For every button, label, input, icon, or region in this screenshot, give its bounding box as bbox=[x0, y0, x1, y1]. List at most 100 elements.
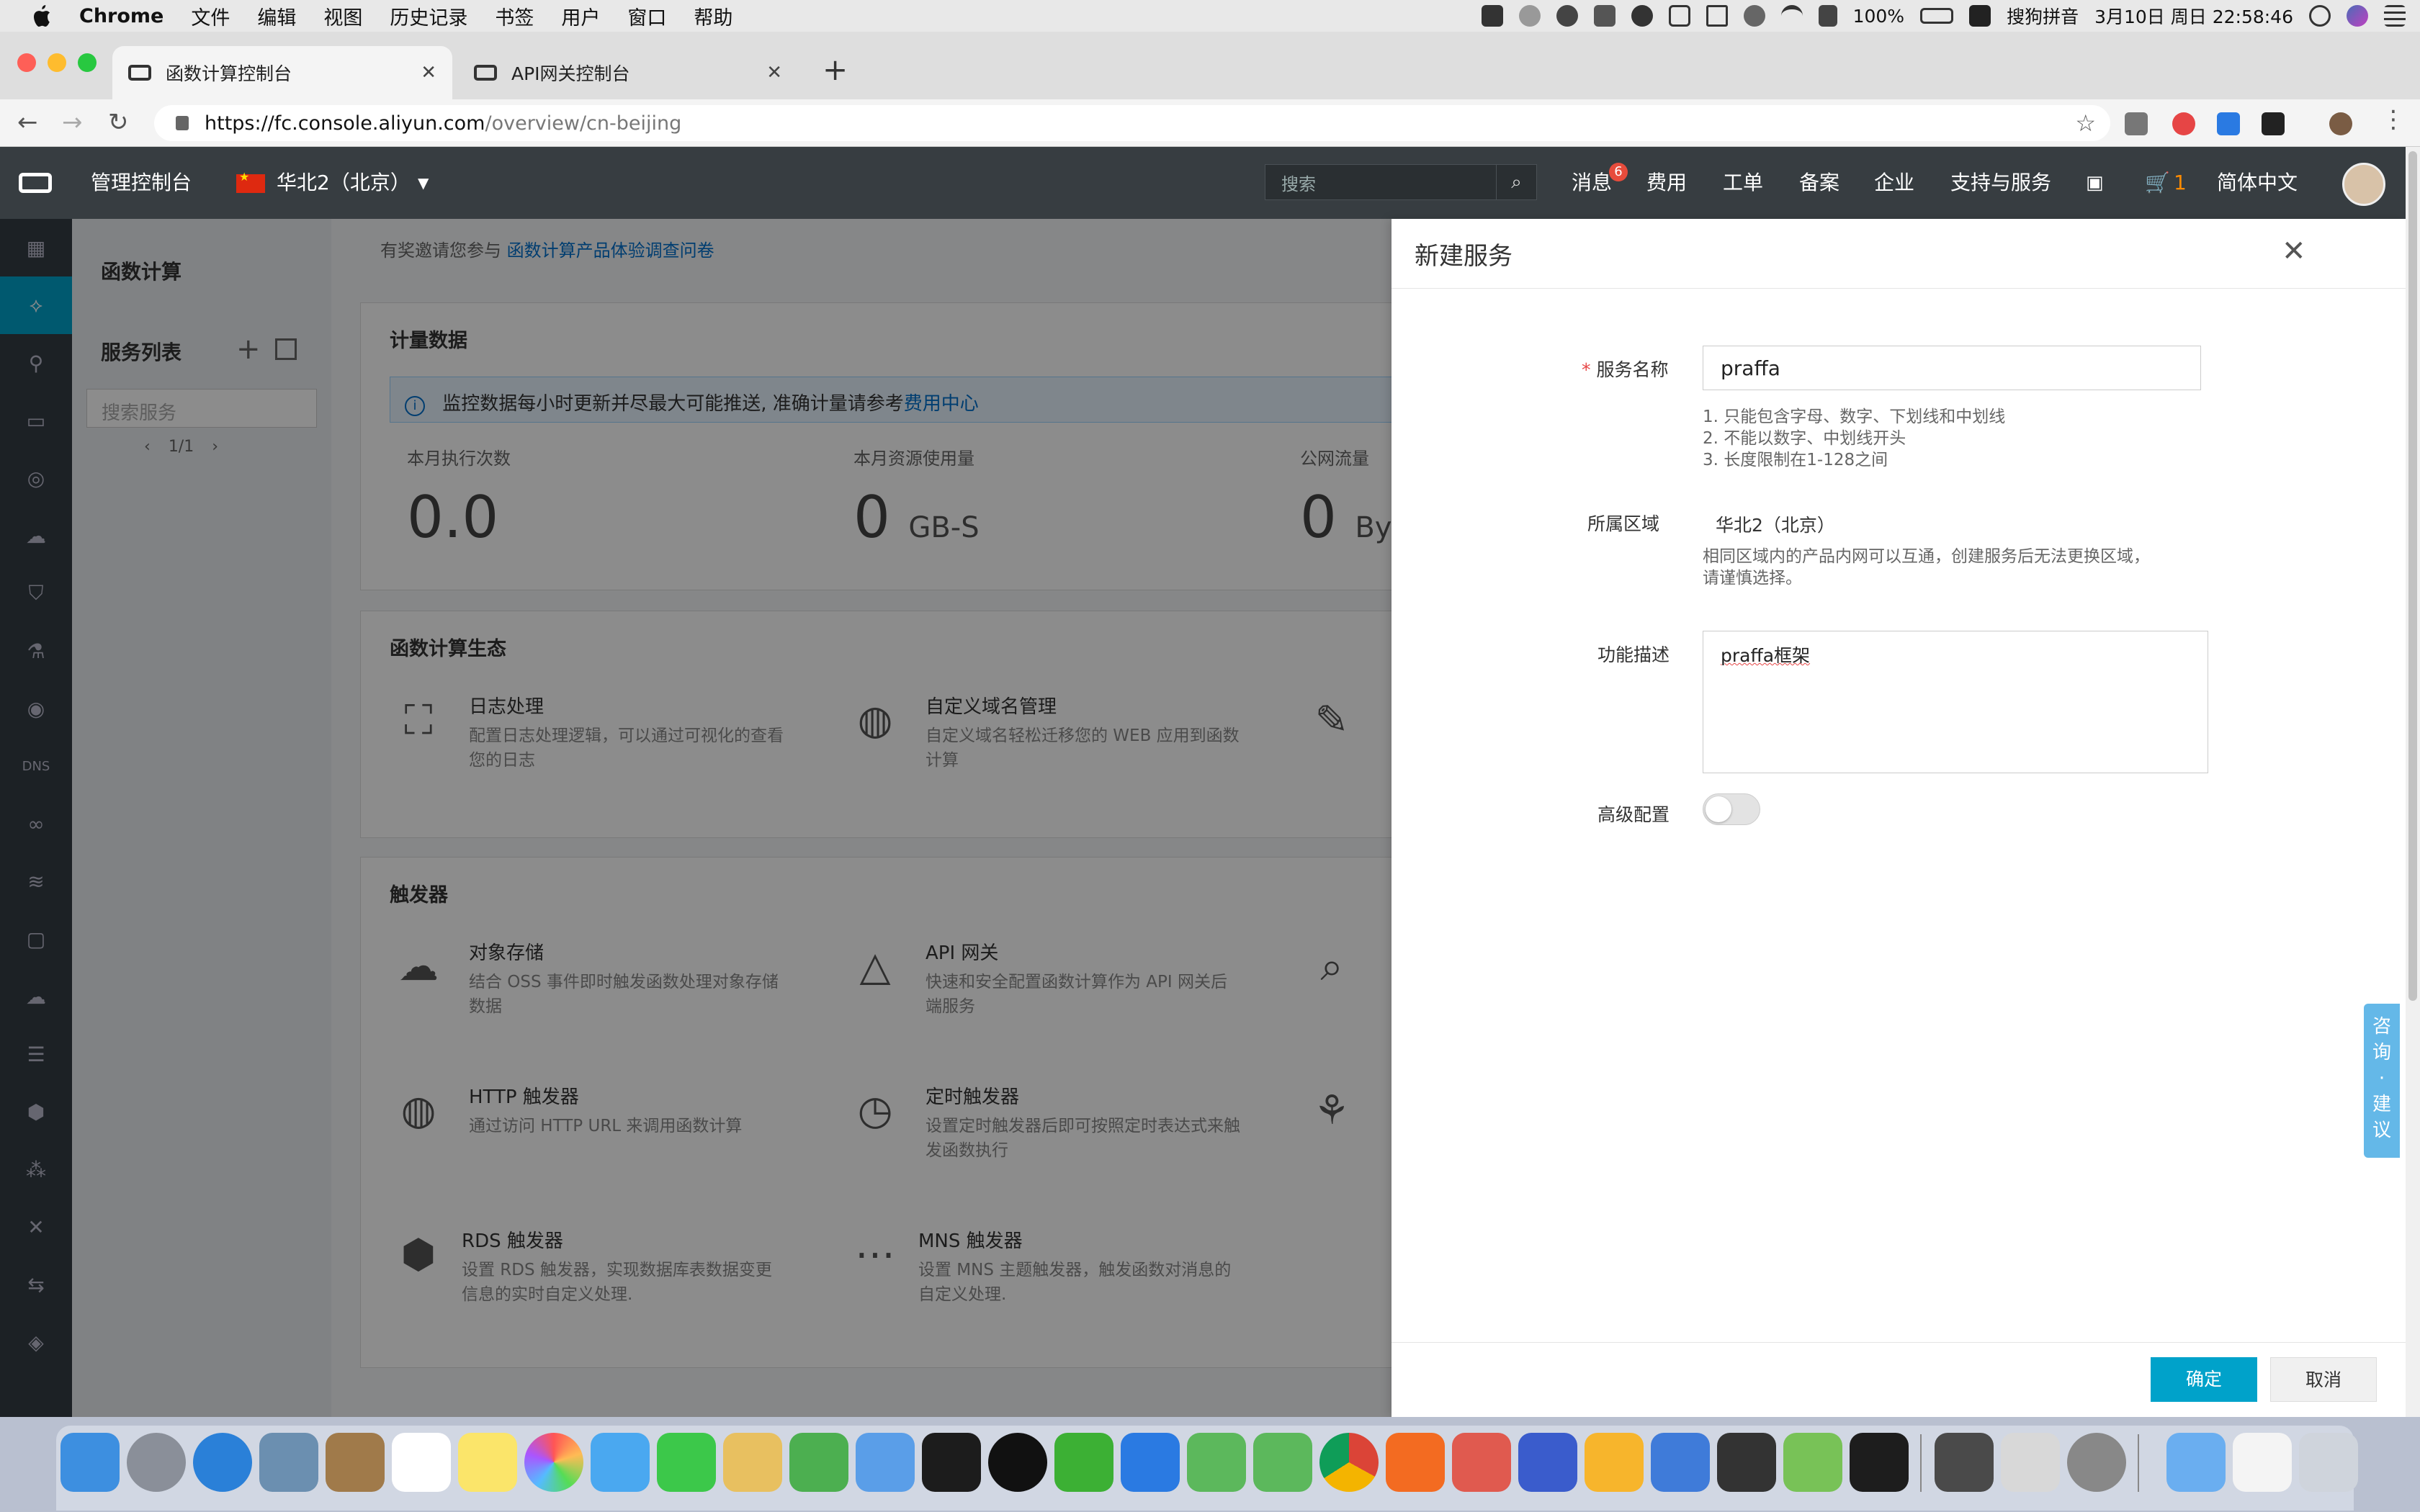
cloud-icon[interactable] bbox=[1556, 5, 1578, 27]
menu-view[interactable]: 视图 bbox=[323, 2, 362, 30]
address-bar[interactable]: https://fc.console.aliyun.com/overview/c… bbox=[154, 105, 2110, 141]
code-editor-icon[interactable] bbox=[1717, 1433, 1776, 1492]
scrollbar-thumb[interactable] bbox=[2408, 151, 2417, 1001]
extension-icon[interactable] bbox=[2262, 112, 2285, 135]
tray-app-icon[interactable] bbox=[1481, 5, 1503, 27]
wifi-icon[interactable] bbox=[1780, 5, 1803, 27]
support-link[interactable]: 支持与服务 bbox=[1950, 147, 2051, 219]
chrome-menu-icon[interactable]: ⋮ bbox=[2381, 105, 2406, 134]
global-search[interactable]: 搜索 ⌕ bbox=[1265, 164, 1537, 200]
contacts-icon[interactable] bbox=[326, 1433, 385, 1492]
terminal-app-icon[interactable] bbox=[922, 1433, 981, 1492]
system-preferences-icon[interactable] bbox=[2067, 1433, 2126, 1492]
pages-icon[interactable] bbox=[723, 1433, 782, 1492]
menu-window[interactable]: 窗口 bbox=[627, 2, 666, 30]
tray-app-icon[interactable] bbox=[1631, 5, 1653, 27]
input-method-label[interactable]: 搜狗拼音 bbox=[2007, 3, 2079, 29]
notes-icon[interactable] bbox=[458, 1433, 517, 1492]
app-icon[interactable] bbox=[1253, 1433, 1312, 1492]
console-home-link[interactable]: 管理控制台 bbox=[91, 147, 192, 219]
siri-icon[interactable] bbox=[2347, 5, 2368, 27]
rocket-icon[interactable] bbox=[1593, 5, 1615, 27]
qq-icon[interactable] bbox=[988, 1433, 1047, 1492]
confirm-button[interactable]: 确定 bbox=[2151, 1357, 2257, 1402]
menu-app-name[interactable]: Chrome bbox=[79, 5, 163, 27]
xcode-icon[interactable] bbox=[1651, 1433, 1710, 1492]
page-scrollbar[interactable] bbox=[2406, 147, 2420, 1417]
back-arrow-icon[interactable]: ← bbox=[17, 108, 38, 137]
app-icon[interactable] bbox=[2001, 1433, 2060, 1492]
spotlight-search-icon[interactable] bbox=[2309, 5, 2331, 27]
numbers-icon[interactable] bbox=[789, 1433, 848, 1492]
sketch-icon[interactable] bbox=[1585, 1433, 1644, 1492]
language-selector[interactable]: 简体中文 bbox=[2217, 147, 2298, 219]
menu-file[interactable]: 文件 bbox=[191, 2, 230, 30]
apple-icon[interactable] bbox=[30, 4, 52, 28]
description-textarea[interactable]: praffa框架 bbox=[1703, 631, 2208, 773]
menu-help[interactable]: 帮助 bbox=[694, 2, 732, 30]
wps-icon[interactable] bbox=[1518, 1433, 1577, 1492]
remote-desktop-icon[interactable] bbox=[1452, 1433, 1511, 1492]
tab-function-compute[interactable]: 函数计算控制台 ✕ bbox=[112, 46, 452, 99]
downloads-folder-icon[interactable] bbox=[2166, 1433, 2226, 1492]
window-minimize-button[interactable] bbox=[48, 53, 66, 72]
aliyun-logo-icon[interactable] bbox=[19, 173, 52, 193]
document-icon[interactable] bbox=[2233, 1433, 2292, 1492]
icp-link[interactable]: 备案 bbox=[1799, 147, 1839, 219]
chrome-app-icon[interactable] bbox=[1319, 1433, 1379, 1492]
reload-icon[interactable]: ↻ bbox=[108, 108, 129, 137]
menu-history[interactable]: 历史记录 bbox=[390, 2, 467, 30]
new-tab-button[interactable]: + bbox=[823, 52, 848, 87]
volume-icon[interactable] bbox=[1818, 5, 1837, 27]
app-icon[interactable] bbox=[1187, 1433, 1246, 1492]
menu-people[interactable]: 用户 bbox=[561, 2, 600, 30]
extension-icon[interactable] bbox=[2217, 112, 2240, 135]
tab-close-icon[interactable]: ✕ bbox=[766, 62, 782, 84]
facetime-icon[interactable] bbox=[657, 1433, 716, 1492]
clock[interactable]: 3月10日 周日 22:58:46 bbox=[2094, 3, 2293, 29]
launchpad-icon[interactable] bbox=[127, 1433, 186, 1492]
cost-link[interactable]: 费用 bbox=[1646, 147, 1687, 219]
sogou-icon[interactable] bbox=[1969, 5, 1991, 27]
messages-app-icon[interactable] bbox=[591, 1433, 650, 1492]
forward-arrow-icon[interactable]: → bbox=[62, 108, 83, 137]
messages-link[interactable]: 消息 bbox=[1572, 147, 1612, 219]
advanced-config-toggle[interactable] bbox=[1703, 793, 1760, 825]
chat-bubble-icon[interactable] bbox=[1668, 5, 1690, 27]
gmail-extension-icon[interactable] bbox=[2125, 112, 2148, 135]
window-zoom-button[interactable] bbox=[78, 53, 97, 72]
lock-icon[interactable] bbox=[176, 116, 189, 130]
cancel-button[interactable]: 取消 bbox=[2270, 1357, 2377, 1402]
feedback-tab[interactable]: 咨 询 · 建 议 bbox=[2364, 1004, 2400, 1158]
menu-edit[interactable]: 编辑 bbox=[257, 2, 296, 30]
tab-api-gateway[interactable]: API网关控制台 ✕ bbox=[458, 46, 798, 99]
bookmark-star-icon[interactable]: ☆ bbox=[2075, 109, 2096, 137]
battery-icon[interactable] bbox=[1920, 8, 1954, 24]
close-icon[interactable]: ✕ bbox=[2282, 235, 2306, 268]
modal-backdrop[interactable] bbox=[0, 219, 1392, 1417]
safari-icon[interactable] bbox=[193, 1433, 252, 1492]
search-icon[interactable]: ⌕ bbox=[1496, 165, 1536, 199]
service-name-input[interactable]: praffa bbox=[1703, 346, 2201, 390]
tray-app-icon[interactable] bbox=[1518, 5, 1541, 27]
notification-center-icon[interactable] bbox=[2384, 5, 2406, 27]
sublime-icon[interactable] bbox=[1935, 1433, 1994, 1492]
pycharm-icon[interactable] bbox=[1850, 1433, 1909, 1492]
global-search-input[interactable]: 搜索 bbox=[1281, 170, 1496, 195]
cart-icon[interactable]: 🛒 bbox=[2145, 147, 2170, 219]
keynote-icon[interactable] bbox=[856, 1433, 915, 1492]
bluetooth-icon[interactable] bbox=[1743, 5, 1765, 27]
terminal-icon[interactable]: ▣ bbox=[2086, 147, 2104, 219]
mail-icon[interactable] bbox=[259, 1433, 318, 1492]
cloud-app-icon[interactable] bbox=[1386, 1433, 1445, 1492]
android-studio-icon[interactable] bbox=[1783, 1433, 1842, 1492]
user-avatar[interactable] bbox=[2342, 163, 2385, 206]
wechat-icon[interactable] bbox=[1054, 1433, 1113, 1492]
menu-bookmarks[interactable]: 书签 bbox=[495, 2, 534, 30]
tickets-link[interactable]: 工单 bbox=[1723, 147, 1763, 219]
profile-avatar[interactable] bbox=[2329, 112, 2352, 135]
tab-close-icon[interactable]: ✕ bbox=[421, 62, 436, 84]
photos-icon[interactable] bbox=[524, 1433, 583, 1492]
trash-icon[interactable] bbox=[2299, 1433, 2358, 1492]
enterprise-link[interactable]: 企业 bbox=[1874, 147, 1914, 219]
